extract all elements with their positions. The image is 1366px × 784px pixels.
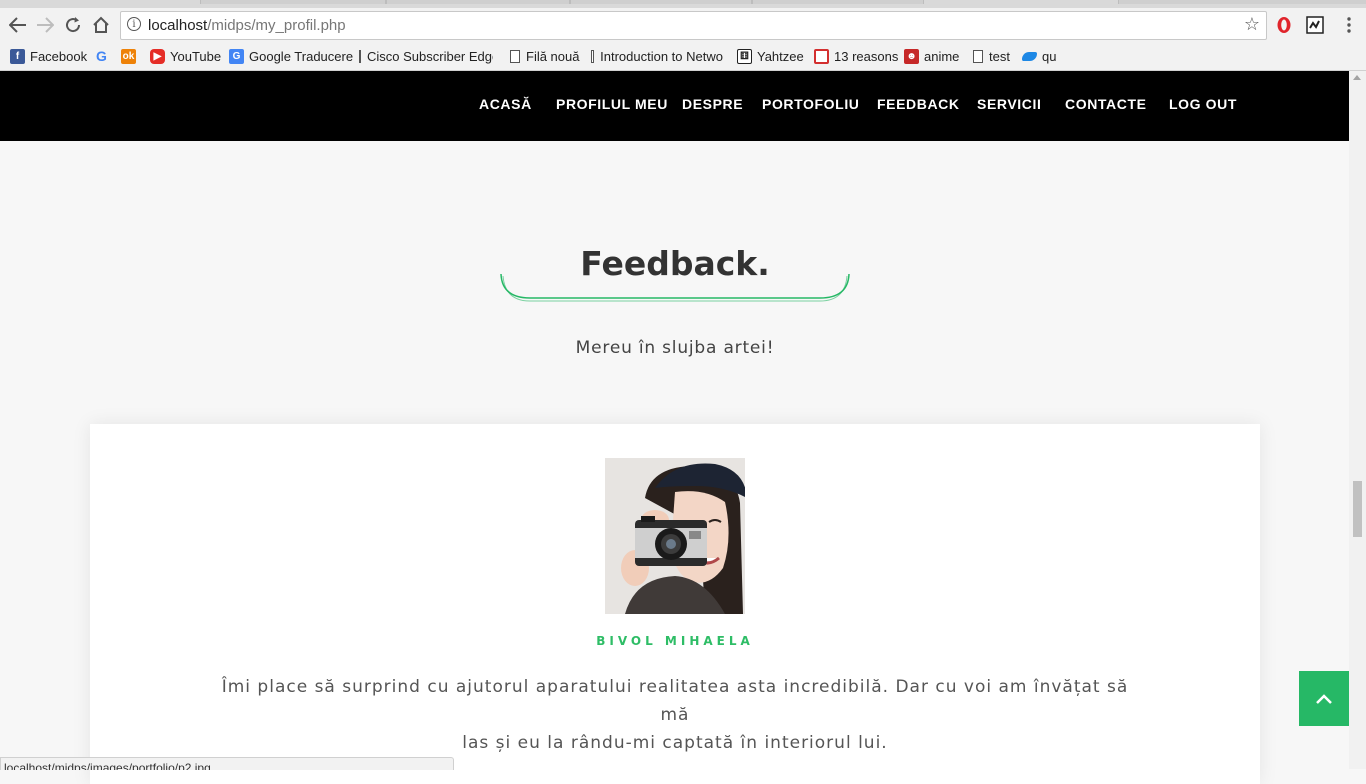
reload-icon[interactable] bbox=[61, 13, 85, 37]
nav-item-portofoliu[interactable]: PORTOFOLIU bbox=[762, 96, 860, 112]
bookmark-introduction[interactable]: Introduction to Netwo bbox=[591, 47, 723, 65]
nav-item-profilul-meu[interactable]: PROFILUL MEU bbox=[556, 96, 668, 112]
page-icon bbox=[973, 49, 983, 63]
bookmark-label: Yahtzee bbox=[757, 48, 804, 64]
anime-icon: ☻ bbox=[904, 48, 919, 64]
bookmark-label: Filă nouă bbox=[526, 48, 580, 64]
back-to-top-button[interactable] bbox=[1299, 671, 1349, 726]
bookmark-odnoklassniki[interactable]: ok bbox=[121, 47, 141, 65]
bookmark-label: Facebook bbox=[30, 48, 88, 64]
section-subtitle: Mereu în slujba artei! bbox=[575, 338, 775, 358]
odnoklassniki-icon: ok bbox=[121, 48, 136, 64]
scrollbar-thumb[interactable] bbox=[1353, 481, 1362, 537]
dice-icon: ⚅ bbox=[737, 48, 752, 64]
tab-strip bbox=[0, 0, 1366, 8]
bookmark-youtube[interactable]: ▶ YouTube bbox=[150, 47, 221, 65]
bookmark-anime[interactable]: ☻ anime bbox=[904, 47, 959, 65]
tv-icon bbox=[814, 48, 829, 64]
nav-item-acasa[interactable]: ACASĂ bbox=[479, 96, 532, 112]
page-icon bbox=[591, 49, 595, 63]
nav-item-feedback[interactable]: FEEDBACK bbox=[877, 96, 960, 112]
bookmark-test[interactable]: test bbox=[973, 47, 1010, 65]
nav-item-contacte[interactable]: CONTACTE bbox=[1065, 96, 1147, 112]
url-text[interactable]: localhost/midps/my_profil.php bbox=[148, 17, 346, 34]
testimonial-author: BIVOL MIHAELA bbox=[596, 634, 754, 648]
bookmark-cisco[interactable]: Cisco Subscriber Edge bbox=[359, 47, 493, 65]
bookmark-label: 13 reasons bbox=[834, 48, 899, 64]
info-icon[interactable]: i bbox=[127, 17, 141, 31]
bookmark-yahtzee[interactable]: ⚅ Yahtzee bbox=[737, 47, 804, 65]
youtube-icon: ▶ bbox=[150, 48, 165, 64]
google-icon: G bbox=[96, 48, 107, 64]
cloud-icon bbox=[1022, 51, 1037, 61]
bookmark-label: test bbox=[989, 48, 1010, 64]
url-host: localhost bbox=[148, 17, 208, 34]
bookmark-label: YouTube bbox=[170, 48, 222, 64]
page-icon bbox=[510, 49, 520, 63]
opera-icon[interactable] bbox=[1273, 14, 1295, 36]
browser-tab[interactable] bbox=[1118, 0, 1366, 4]
home-icon[interactable] bbox=[89, 13, 113, 37]
menu-kebab-icon[interactable] bbox=[1338, 14, 1360, 36]
bookmark-label: Cisco Subscriber Edge bbox=[367, 48, 493, 64]
nav-item-despre[interactable]: DESPRE bbox=[682, 96, 743, 112]
bookmark-star-icon[interactable]: ☆ bbox=[1244, 14, 1260, 35]
chevron-up-icon bbox=[1316, 693, 1332, 704]
status-bar: localhost/midps/images/portfolio/p2.jpg bbox=[0, 757, 454, 770]
profile-photo bbox=[605, 458, 745, 614]
translate-icon: G bbox=[229, 48, 244, 64]
facebook-icon: f bbox=[10, 48, 25, 64]
quote-line: las și eu la rându-mi captată în interio… bbox=[462, 733, 888, 753]
testimonial-card: BIVOL MIHAELA Îmi place să surprind cu a… bbox=[90, 424, 1260, 784]
browser-tab[interactable] bbox=[752, 0, 924, 4]
bookmark-facebook[interactable]: f Facebook bbox=[10, 47, 87, 65]
quote-line: Îmi place să surprind cu ajutorul aparat… bbox=[221, 677, 1129, 725]
url-path: /midps/my_profil.php bbox=[207, 17, 346, 34]
bookmark-google[interactable]: G bbox=[94, 47, 114, 65]
bookmark-qu[interactable]: qu bbox=[1022, 47, 1056, 65]
back-icon[interactable] bbox=[6, 13, 30, 37]
nav-item-log-out[interactable]: LOG OUT bbox=[1169, 96, 1237, 112]
bookmark-label: qu bbox=[1042, 48, 1057, 64]
browser-tab[interactable] bbox=[200, 0, 386, 4]
forward-icon[interactable] bbox=[33, 13, 57, 37]
bookmark-label: anime bbox=[924, 48, 960, 64]
bookmark-fila-noua[interactable]: Filă nouă bbox=[510, 47, 579, 65]
bookmark-label: Google Traducere bbox=[249, 48, 354, 64]
scroll-up-arrow-icon[interactable] bbox=[1353, 75, 1361, 80]
title-underline bbox=[500, 273, 850, 302]
browser-toolbar: i localhost/midps/my_profil.php ☆ bbox=[0, 8, 1366, 42]
browser-tab[interactable] bbox=[386, 0, 570, 4]
bookmark-label: Introduction to Netwo bbox=[600, 48, 723, 64]
bookmarks-bar: f Facebook G ok ▶ YouTube G Google Traducer… bbox=[0, 42, 1366, 71]
page-scrollbar[interactable] bbox=[1349, 71, 1366, 769]
testimonial-quote: Îmi place să surprind cu ajutorul aparat… bbox=[220, 673, 1130, 757]
bookmark-13-reasons[interactable]: 13 reasons bbox=[814, 47, 898, 65]
site-navbar: ACASĂ PROFILUL MEU DESPRE PORTOFOLIU FEE… bbox=[0, 71, 1349, 141]
page-icon bbox=[359, 49, 361, 63]
extension-icon[interactable] bbox=[1304, 14, 1326, 36]
address-bar[interactable]: i localhost/midps/my_profil.php ☆ bbox=[120, 11, 1267, 40]
browser-tab[interactable] bbox=[570, 0, 752, 4]
nav-item-servicii[interactable]: SERVICII bbox=[977, 96, 1041, 112]
bookmark-google-traducere[interactable]: G Google Traducere bbox=[229, 47, 353, 65]
